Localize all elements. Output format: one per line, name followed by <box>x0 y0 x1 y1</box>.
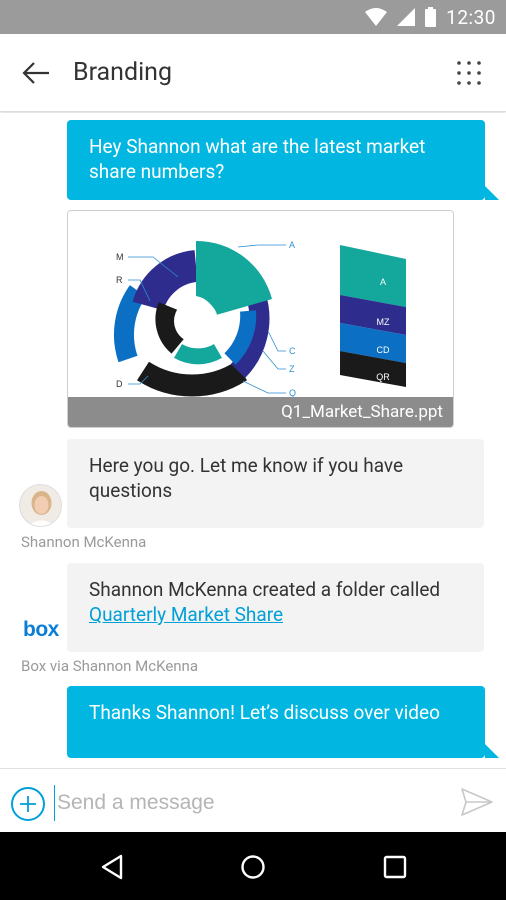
chart-center <box>174 299 218 343</box>
outgoing-message[interactable]: Hey Shannon what are the latest market s… <box>67 120 485 200</box>
chart-arc-teal-inner <box>174 343 222 365</box>
cell-signal-icon <box>397 8 416 26</box>
apps-grid-button[interactable] <box>454 58 484 88</box>
chart-thumbnail: M R D A C Z Q A MZ CD QR <box>114 240 406 398</box>
chart-label: D <box>116 379 123 389</box>
battery-icon <box>425 7 437 27</box>
stack-label: A <box>380 277 386 287</box>
send-button[interactable] <box>460 785 494 819</box>
chart-label: Z <box>289 364 295 374</box>
message-list: Hey Shannon what are the latest market s… <box>0 113 506 768</box>
folder-link[interactable]: Quarterly Market Share <box>89 603 283 626</box>
avatar[interactable] <box>19 484 62 527</box>
message-input[interactable] <box>54 785 434 821</box>
nav-home-button[interactable] <box>235 849 271 885</box>
message-text: Shannon McKenna created a folder called <box>89 578 441 601</box>
file-name: Q1_Market_Share.ppt <box>68 397 453 427</box>
screen: 12:30 Branding Hey Shannon what are the … <box>0 0 506 900</box>
bubble-tail <box>485 744 499 758</box>
chart-arc-blue-right <box>224 310 257 365</box>
grid-icon <box>457 61 481 85</box>
bubble-tail <box>485 186 499 200</box>
file-attachment[interactable]: M R D A C Z Q A MZ CD QR Q1_Market_Share… <box>67 210 454 428</box>
sender-name: Shannon McKenna <box>21 533 147 551</box>
system-nav-bar <box>0 832 506 900</box>
message-composer <box>0 768 506 832</box>
send-icon <box>461 788 493 816</box>
circle-home-icon <box>241 855 265 879</box>
back-button[interactable] <box>16 56 56 90</box>
chart-label: C <box>289 346 296 356</box>
chart-arc-black <box>137 361 247 397</box>
chart-label: A <box>289 240 295 250</box>
status-icons: 12:30 <box>365 0 496 34</box>
wifi-icon <box>365 8 388 26</box>
incoming-message[interactable]: Here you go. Let me know if you have que… <box>67 439 484 528</box>
status-time: 12:30 <box>446 5 496 29</box>
app-bar: Branding <box>0 34 506 112</box>
outgoing-message[interactable]: Thanks Shannon! Let’s discuss over video <box>67 686 485 758</box>
add-attachment-button[interactable] <box>11 787 45 821</box>
user-avatar-icon <box>20 485 61 526</box>
page-title: Branding <box>73 58 172 87</box>
nav-back-button[interactable] <box>94 849 130 885</box>
chart-label: M <box>116 252 124 262</box>
incoming-message[interactable]: Shannon McKenna created a folder called … <box>67 563 484 652</box>
stack-label: CD <box>377 345 390 355</box>
back-arrow-icon <box>22 62 49 84</box>
plus-icon <box>20 796 36 812</box>
sender-name: Box via Shannon McKenna <box>21 657 199 675</box>
status-bar: 12:30 <box>0 0 506 34</box>
square-recents-icon <box>383 855 407 879</box>
stack-label: QR <box>376 372 390 382</box>
nav-recents-button[interactable] <box>377 849 413 885</box>
box-logo: box <box>23 618 59 641</box>
stack-label: MZ <box>377 317 390 327</box>
triangle-back-icon <box>101 854 123 880</box>
chart-label: R <box>116 275 123 285</box>
